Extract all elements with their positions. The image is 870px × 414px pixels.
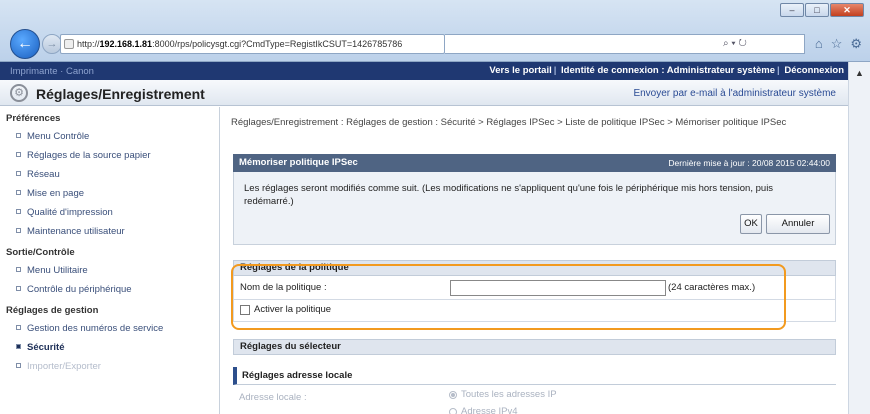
sidebar-item-paper-source[interactable]: Réglages de la source papier	[0, 146, 219, 165]
panel-header: Mémoriser politique IPSec Dernière mise …	[233, 154, 836, 172]
sidebar-item-department-id[interactable]: Gestion des numéros de service	[0, 319, 219, 338]
last-update-timestamp: Dernière mise à jour : 20/08 2015 02:44:…	[668, 158, 830, 168]
page-title: Réglages/Enregistrement	[36, 86, 205, 102]
url-text: http://192.168.1.81:8000/rps/policysgt.c…	[77, 39, 403, 49]
bullet-icon	[16, 325, 21, 330]
sidebar-section-output: Sortie/Contrôle	[6, 247, 75, 258]
sidebar-item-device-control[interactable]: Contrôle du périphérique	[0, 280, 219, 299]
sidebar-item-security[interactable]: Sécurité	[0, 338, 219, 357]
sidebar-item-user-maintenance[interactable]: Maintenance utilisateur	[0, 222, 219, 241]
local-address-header: Réglages adresse locale	[233, 367, 836, 385]
cancel-button[interactable]: Annuler	[766, 214, 830, 234]
bullet-icon	[16, 171, 21, 176]
sidebar-item-menu-controle[interactable]: Menu Contrôle	[0, 127, 219, 146]
bullet-icon	[16, 133, 21, 138]
gear-icon: ⚙	[10, 84, 28, 102]
highlight-frame	[231, 264, 786, 330]
url-path: :8000/rps/policysgt.cgi?CmdType=RegistIk…	[152, 39, 403, 49]
favorites-star-icon[interactable]: ☆	[831, 36, 843, 52]
ipv4-label: Adresse IPv4	[461, 406, 518, 414]
address-bar[interactable]: http://192.168.1.81:8000/rps/policysgt.c…	[60, 34, 445, 54]
device-name: Imprimante · Canon	[10, 66, 94, 77]
sidebar-item-utility-menu[interactable]: Menu Utilitaire	[0, 261, 219, 280]
bullet-icon	[16, 344, 21, 349]
sidebar-item-network[interactable]: Réseau	[0, 165, 219, 184]
all-ip-label: Toutes les adresses IP	[461, 389, 557, 400]
email-admin-link[interactable]: Envoyer par e-mail à l'administrateur sy…	[633, 88, 836, 99]
search-refresh-icons[interactable]: ⌕ ▾ ↻	[723, 38, 747, 49]
vertical-scrollbar[interactable]: ▲	[848, 62, 870, 414]
url-host: 192.168.1.81	[99, 39, 153, 49]
header-links: Vers le portail | Identité de connexion :…	[489, 65, 844, 76]
bullet-icon	[16, 190, 21, 195]
ipv4-radio[interactable]	[449, 408, 457, 414]
close-window-button[interactable]: ✕	[830, 3, 864, 17]
local-address-label: Adresse locale :	[239, 392, 307, 403]
selector-settings-header: Réglages du sélecteur	[233, 339, 836, 355]
address-tools: ⌕ ▾ ↻	[445, 34, 805, 54]
window-controls: – □ ✕	[780, 3, 864, 17]
main-content: Réglages/Enregistrement : Réglages de ge…	[221, 107, 848, 414]
ok-button[interactable]: OK	[740, 214, 762, 234]
maximize-button[interactable]: □	[805, 3, 829, 17]
logout-link[interactable]: Déconnexion	[784, 65, 844, 76]
panel-title: Mémoriser politique IPSec	[239, 157, 358, 168]
page-icon	[64, 39, 74, 49]
all-ip-radio[interactable]	[449, 391, 457, 399]
sidebar-section-preferences: Préférences	[6, 113, 61, 124]
back-arrow-icon[interactable]: ←	[10, 29, 40, 59]
browser-toolbar: – □ ✕ ← → http://192.168.1.81:8000/rps/p…	[0, 0, 870, 62]
browser-icons: ⌂ ☆ ⚙	[815, 36, 862, 52]
bullet-icon	[16, 286, 21, 291]
bullet-icon	[16, 209, 21, 214]
sidebar-section-management: Réglages de gestion	[6, 305, 99, 316]
confirmation-message: Les réglages seront modifiés comme suit.…	[244, 183, 774, 207]
page-title-bar: ⚙ Réglages/Enregistrement Envoyer par e-…	[0, 80, 848, 106]
minimize-button[interactable]: –	[780, 3, 804, 17]
settings-gear-icon[interactable]: ⚙	[850, 36, 862, 52]
bullet-icon	[16, 363, 21, 368]
forward-arrow-icon[interactable]: →	[42, 34, 62, 54]
sidebar: Préférences Menu Contrôle Réglages de la…	[0, 107, 220, 414]
home-icon[interactable]: ⌂	[815, 36, 823, 52]
local-address-row: Adresse locale : Toutes les adresses IP …	[233, 385, 836, 414]
sidebar-item-import-export[interactable]: Importer/Exporter	[0, 357, 219, 376]
login-identity: Identité de connexion : Administrateur s…	[561, 65, 776, 76]
bullet-icon	[16, 267, 21, 272]
breadcrumb: Réglages/Enregistrement : Réglages de ge…	[231, 117, 787, 128]
bullet-icon	[16, 228, 21, 233]
remote-ui-header: Imprimante · Canon Vers le portail | Iden…	[0, 62, 848, 80]
scroll-up-icon[interactable]: ▲	[855, 68, 864, 78]
confirmation-panel: Les réglages seront modifiés comme suit.…	[233, 172, 836, 245]
sidebar-item-print-quality[interactable]: Qualité d'impression	[0, 203, 219, 222]
bullet-icon	[16, 152, 21, 157]
portal-link[interactable]: Vers le portail	[489, 65, 551, 76]
sidebar-item-layout[interactable]: Mise en page	[0, 184, 219, 203]
